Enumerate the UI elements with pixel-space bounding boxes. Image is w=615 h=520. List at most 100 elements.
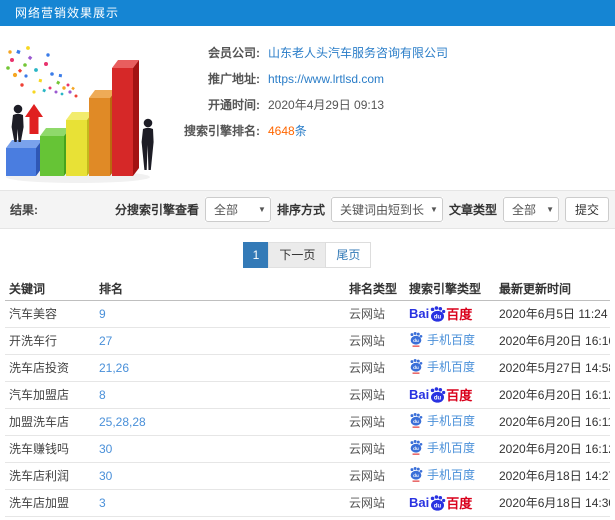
app-header: 网络营销效果展示 — [0, 0, 615, 26]
confetti-dots — [6, 46, 78, 98]
open-time-value: 2020年4月29日 09:13 — [268, 98, 385, 112]
table-row: 加盟洗车店 25,28,28 云网站 Baidu百度 du 手机百度 2020年… — [5, 408, 610, 436]
keyword-cell: 汽车美容 — [5, 300, 95, 328]
updated-cell: 2020年6月18日 14:30 — [495, 489, 610, 517]
rank-cell[interactable]: 27 — [95, 327, 345, 355]
profile-row-ranking-count: 搜索引擎排名: 4648条 — [160, 118, 615, 143]
article-type-label: 文章类型 — [448, 203, 497, 217]
engine-filter-select[interactable]: 全部 — [204, 197, 271, 222]
rank-cell[interactable]: 21,26 — [95, 354, 345, 382]
ranking-count-label: 搜索引擎排名: — [184, 124, 260, 138]
updated-cell: 2020年5月27日 14:58 — [495, 354, 610, 382]
engine-type-cell: Baidu百度 du 手机百度 — [405, 462, 495, 490]
article-type-select-wrap: 全部 ▼ — [502, 197, 559, 222]
person-right — [141, 118, 154, 170]
rank-cell[interactable]: 25,28,28 — [95, 408, 345, 436]
updated-cell: 2020年6月18日 14:27 — [495, 462, 610, 490]
result-label: 结果: — [10, 203, 38, 217]
baidu-paw-icon: du — [431, 494, 446, 511]
mobile-baidu-logo: du 手机百度 — [409, 412, 475, 429]
table-body: 汽车美容 9 云网站 Baidu百度 du 手机百度 2020年6月5日 11:… — [5, 300, 610, 517]
mobile-baidu-paw-icon: du — [410, 467, 423, 482]
rank-type-cell: 云网站 — [345, 354, 405, 382]
updated-cell: 2020年6月20日 16:12 — [495, 435, 610, 463]
rank-type-cell: 云网站 — [345, 300, 405, 328]
rank-cell[interactable]: 9 — [95, 300, 345, 328]
updated-cell: 2020年6月20日 16:12 — [495, 381, 610, 409]
promo-url-link[interactable]: https://www.lrtlsd.com — [268, 72, 384, 86]
keyword-cell: 洗车赚钱吗 — [5, 435, 95, 463]
sort-mode-label: 排序方式 — [276, 203, 325, 217]
keyword-cell: 洗车店加盟 — [5, 489, 95, 517]
sort-mode-select-wrap: 关键词由短到长排序 ▼ — [330, 197, 443, 222]
engine-type-cell: Baidu百度 du 手机百度 — [405, 489, 495, 517]
updated-cell: 2020年6月5日 11:24 — [495, 300, 610, 328]
svg-text:du: du — [434, 503, 442, 509]
svg-text:du: du — [434, 314, 442, 320]
engine-filter-select-wrap: 全部 ▼ — [204, 197, 271, 222]
mobile-baidu-paw-icon: du — [410, 359, 423, 374]
table-row: 汽车美容 9 云网站 Baidu百度 du 手机百度 2020年6月5日 11:… — [5, 300, 610, 328]
last-page-button[interactable]: 尾页 — [325, 242, 372, 268]
mobile-baidu-logo: du 手机百度 — [409, 466, 475, 483]
promo-url-label: 推广地址: — [208, 72, 260, 86]
baidu-logo: Bai du 百度 — [409, 305, 473, 322]
engine-type-cell: Baidu百度 du 手机百度 — [405, 327, 495, 355]
rank-cell[interactable]: 30 — [95, 462, 345, 490]
table-row: 洗车店加盟 3 云网站 Baidu百度 du 手机百度 2020年6月18日 1… — [5, 489, 610, 517]
results-table-wrap: 关键词 排名 排名类型 搜索引擎类型 最新更新时间 汽车美容 9 云网站 Bai… — [0, 278, 615, 517]
header-rank-type: 排名类型 — [345, 278, 405, 301]
rank-type-cell: 云网站 — [345, 489, 405, 517]
bar-yellow — [66, 112, 93, 176]
header-engine-type: 搜索引擎类型 — [405, 278, 495, 301]
page-1-button[interactable]: 1 — [242, 242, 270, 268]
submit-button[interactable]: 提交 — [564, 197, 609, 222]
table-row: 洗车赚钱吗 30 云网站 Baidu百度 du 手机百度 2020年6月20日 … — [5, 435, 610, 463]
article-type-select[interactable]: 全部 — [502, 197, 559, 222]
company-link[interactable]: 山东老人头汽车服务咨询有限公司 — [268, 44, 448, 61]
rank-cell[interactable]: 3 — [95, 489, 345, 517]
baidu-paw-icon: du — [431, 305, 446, 322]
mobile-baidu-logo: du 手机百度 — [409, 331, 475, 348]
bar-green — [40, 128, 70, 176]
profile-row-company: 会员公司: 山东老人头汽车服务咨询有限公司 — [160, 40, 615, 65]
table-row: 洗车店利润 30 云网站 Baidu百度 du 手机百度 2020年6月18日 … — [5, 462, 610, 490]
engine-type-cell: Baidu百度 du 手机百度 — [405, 435, 495, 463]
mobile-baidu-paw-icon: du — [410, 413, 423, 428]
svg-text:du: du — [413, 446, 419, 451]
profile-row-url: 推广地址: https://www.lrtlsd.com — [160, 66, 615, 91]
rank-type-cell: 云网站 — [345, 381, 405, 409]
table-row: 洗车店投资 21,26 云网站 Baidu百度 du 手机百度 2020年5月2… — [5, 354, 610, 382]
rank-type-cell: 云网站 — [345, 462, 405, 490]
next-page-button[interactable]: 下一页 — [268, 242, 327, 268]
sort-mode-select[interactable]: 关键词由短到长排序 — [330, 197, 443, 222]
svg-text:du: du — [413, 419, 419, 424]
mobile-baidu-paw-icon: du — [410, 332, 423, 347]
keyword-cell: 汽车加盟店 — [5, 381, 95, 409]
bar-chart-growth-illustration — [6, 46, 154, 183]
mobile-baidu-logo: du 手机百度 — [409, 439, 475, 456]
engine-type-cell: Baidu百度 du 手机百度 — [405, 300, 495, 328]
baidu-logo: Bai du 百度 — [409, 386, 473, 403]
header-updated: 最新更新时间 — [495, 278, 610, 301]
rank-cell[interactable]: 8 — [95, 381, 345, 409]
svg-text:du: du — [413, 365, 419, 370]
svg-text:du: du — [413, 338, 419, 343]
up-arrow — [25, 104, 43, 134]
ranking-count-value[interactable]: 4648条 — [268, 122, 307, 139]
mobile-baidu-logo: du 手机百度 — [409, 358, 475, 375]
baidu-paw-icon: du — [431, 386, 446, 403]
keyword-cell: 洗车店利润 — [5, 462, 95, 490]
svg-text:du: du — [413, 473, 419, 478]
results-table: 关键词 排名 排名类型 搜索引擎类型 最新更新时间 汽车美容 9 云网站 Bai… — [5, 278, 610, 517]
engine-type-cell: Baidu百度 du 手机百度 — [405, 408, 495, 436]
filter-controls: 分搜索引擎查看 全部 ▼ 排序方式 关键词由短到长排序 ▼ 文章类型 全部 ▼ … — [115, 197, 609, 222]
header-rank: 排名 — [95, 278, 345, 301]
company-label: 会员公司: — [208, 46, 260, 60]
keyword-cell: 加盟洗车店 — [5, 408, 95, 436]
top-section: 会员公司: 山东老人头汽车服务咨询有限公司 推广地址: https://www.… — [0, 26, 615, 190]
keyword-cell: 开洗车行 — [5, 327, 95, 355]
pagination: 1 下一页 尾页 — [0, 242, 615, 268]
rank-cell[interactable]: 30 — [95, 435, 345, 463]
page-title: 网络营销效果展示 — [15, 6, 120, 20]
